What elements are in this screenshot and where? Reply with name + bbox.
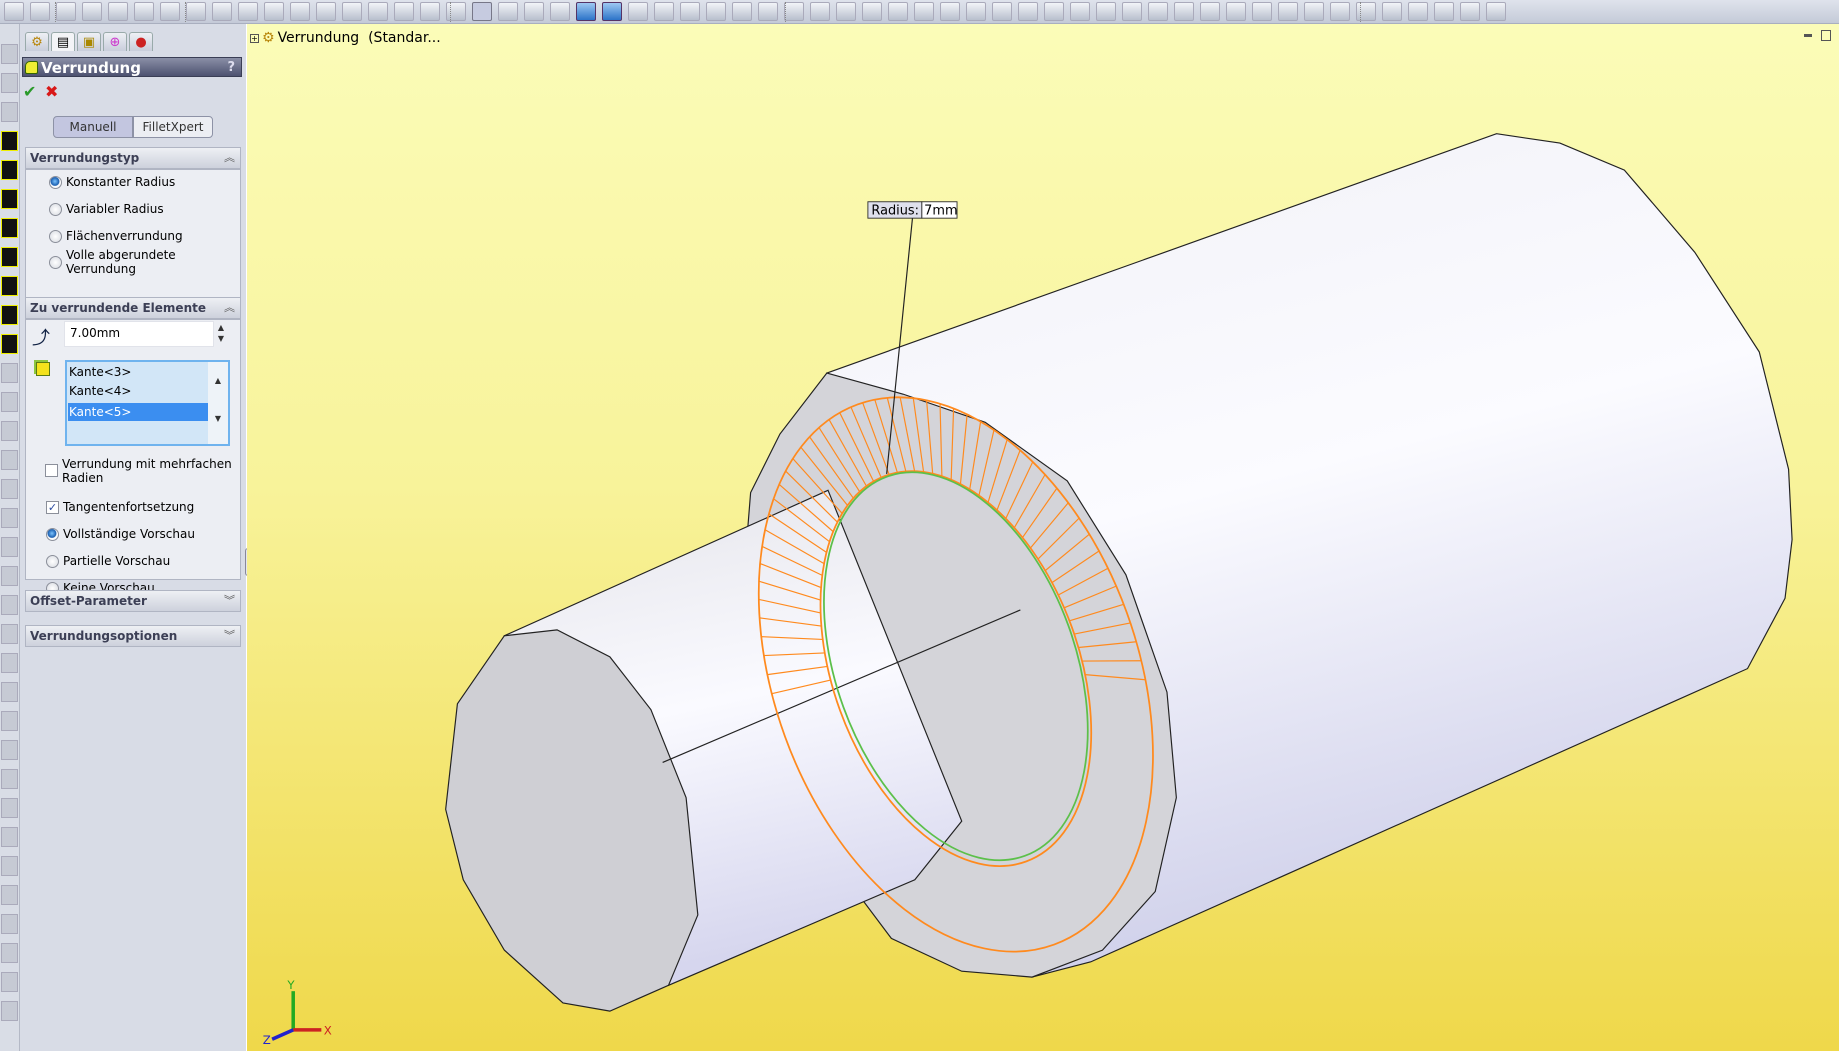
callout-value[interactable]: 7mm <box>924 204 957 219</box>
triad-z: Z <box>263 1033 271 1047</box>
radius-callout[interactable]: Radius: 7mm <box>867 201 958 219</box>
triad-x: X <box>324 1024 332 1038</box>
callout-label: Radius: <box>871 204 919 219</box>
3d-model-view[interactable]: Radius: 7mm Y X Z <box>0 0 1839 1051</box>
coordinate-triad: Y X Z <box>263 978 332 1047</box>
triad-y: Y <box>286 978 295 992</box>
